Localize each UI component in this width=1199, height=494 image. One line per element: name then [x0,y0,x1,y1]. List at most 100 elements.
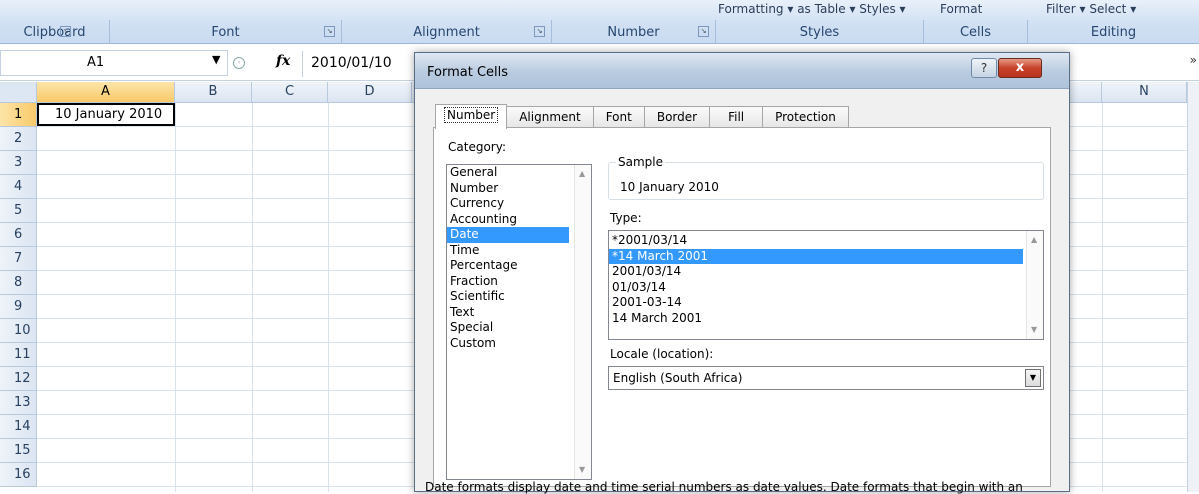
ribbon-group-clipboard: Clipboard ↘ [0,20,110,44]
vertical-scrollbar[interactable] [1187,82,1199,492]
locale-label: Locale (location): [610,347,714,361]
tab-label: Number [444,107,499,123]
ribbon-group-font: Font ↘ [110,20,342,44]
select-all-corner[interactable] [0,82,37,103]
sample-label: Sample [616,155,665,169]
type-list[interactable]: *2001/03/14 *14 March 2001 2001/03/14 01/03… [608,230,1044,340]
type-item[interactable]: 01/03/14 [609,280,1023,296]
category-item[interactable]: Accounting [447,212,569,228]
row-header[interactable]: 6 [0,223,37,247]
column-header-n[interactable]: N [1102,82,1187,103]
row-header[interactable]: 15 [0,439,37,463]
expand-formula-bar-icon[interactable]: » [1190,53,1197,67]
ribbon: Formatting ▾ as Table ▾ Styles ▾ Format … [0,0,1199,44]
cell-a1[interactable]: 10 January 2010 [37,103,175,126]
scroll-up-icon[interactable]: ▲ [1031,235,1037,244]
category-item[interactable]: Currency [447,196,569,212]
row-header[interactable]: 14 [0,415,37,439]
dialog-body: Number Alignment Font Border Fill Protec… [415,90,1069,494]
row-header[interactable]: 5 [0,199,37,223]
column-header-c[interactable]: C [252,82,328,103]
row-header[interactable]: 4 [0,175,37,199]
scroll-down-icon[interactable]: ▼ [579,465,585,474]
scroll-up-icon[interactable]: ▲ [579,169,585,178]
category-item[interactable]: Date [447,227,569,243]
dialog-tabs: Number Alignment Font Border Fill Protec… [435,104,849,129]
category-label: Category: [448,140,506,154]
alignment-launcher-icon[interactable]: ↘ [534,26,545,37]
scroll-down-icon[interactable]: ▼ [1031,325,1037,334]
category-item[interactable]: General [447,165,569,181]
ribbon-group-label: Font [211,24,240,40]
type-items: *2001/03/14 *14 March 2001 2001/03/14 01/03… [609,233,1043,326]
category-item[interactable]: Special [447,320,569,336]
tab-font[interactable]: Font [592,106,645,128]
number-launcher-icon[interactable]: ↘ [698,26,709,37]
category-scrollbar[interactable]: ▲ ▼ [574,165,591,479]
row-header[interactable]: 10 [0,319,37,343]
name-box-dropdown-icon[interactable]: ▼ [212,53,220,66]
category-item[interactable]: Custom [447,336,569,352]
category-list[interactable]: General Number Currency Accounting Date Time P… [446,164,592,480]
tab-fill[interactable]: Fill [709,106,764,128]
ribbon-group-editing: Editing [1028,20,1199,44]
chevron-down-icon[interactable]: ▼ [1025,369,1041,387]
name-box[interactable]: A1 [0,50,228,76]
filter-select-button[interactable]: Filter ▾ Select ▾ [1046,2,1136,16]
ribbon-group-styles: Styles [716,20,924,44]
row-header[interactable]: 9 [0,295,37,319]
grid-line [1102,103,1103,492]
row-header[interactable]: 16 [0,463,37,487]
type-item[interactable]: 14 March 2001 [609,311,1023,327]
tab-alignment[interactable]: Alignment [506,106,594,128]
tab-number[interactable]: Number [435,104,508,129]
type-scrollbar[interactable]: ▲ ▼ [1026,231,1043,339]
grid-line [175,103,176,492]
ribbon-group-label: Cells [959,24,992,40]
formula-circle-icon[interactable]: ◦ [233,57,245,69]
row-header[interactable]: 8 [0,271,37,295]
ribbon-group-label: Styles [799,24,840,40]
close-button[interactable]: x [998,58,1042,78]
grid-line [328,103,329,492]
row-header[interactable]: 12 [0,367,37,391]
category-item[interactable]: Scientific [447,289,569,305]
ribbon-top-strip: Formatting ▾ as Table ▾ Styles ▾ Format … [0,0,1199,20]
row-header[interactable]: 3 [0,151,37,175]
dialog-titlebar[interactable]: Format Cells ? x [415,53,1069,89]
category-item[interactable]: Number [447,181,569,197]
row-header[interactable]: 2 [0,127,37,151]
ribbon-group-label: Clipboard [23,24,86,40]
help-button[interactable]: ? [971,58,997,78]
row-header[interactable]: 1 [0,103,37,127]
category-item[interactable]: Percentage [447,258,569,274]
column-header-d[interactable]: D [328,82,412,103]
dialog-title: Format Cells [427,65,509,80]
font-launcher-icon[interactable]: ↘ [324,26,335,37]
type-item[interactable]: *2001/03/14 [609,233,1023,249]
category-items: General Number Currency Accounting Date Time P… [447,165,591,351]
column-header-a[interactable]: A [37,82,175,103]
tab-protection[interactable]: Protection [762,106,849,128]
category-item[interactable]: Text [447,305,569,321]
type-item[interactable]: 2001/03/14 [609,264,1023,280]
format-button[interactable]: Format [940,2,982,16]
ribbon-group-cells: Cells [924,20,1028,44]
category-item[interactable]: Fraction [447,274,569,290]
sample-value: 10 January 2010 [620,180,719,194]
format-as-table-button[interactable]: Formatting ▾ as Table ▾ Styles ▾ [718,2,906,16]
clipboard-launcher-icon[interactable]: ↘ [60,26,71,37]
format-cells-dialog: Format Cells ? x Number Alignment Font B… [414,52,1070,494]
insert-function-icon[interactable]: fx [276,53,290,69]
category-item[interactable]: Time [447,243,569,259]
ribbon-group-label: Alignment [413,24,480,40]
column-header-b[interactable]: B [175,82,252,103]
locale-select[interactable]: English (South Africa) ▼ [608,366,1044,390]
row-header[interactable]: 13 [0,391,37,415]
row-header[interactable]: 11 [0,343,37,367]
type-item[interactable]: 2001-03-14 [609,295,1023,311]
row-header[interactable]: 7 [0,247,37,271]
tab-border[interactable]: Border [643,106,711,128]
type-item[interactable]: *14 March 2001 [609,248,1023,264]
ribbon-group-number: Number ↘ [552,20,716,44]
